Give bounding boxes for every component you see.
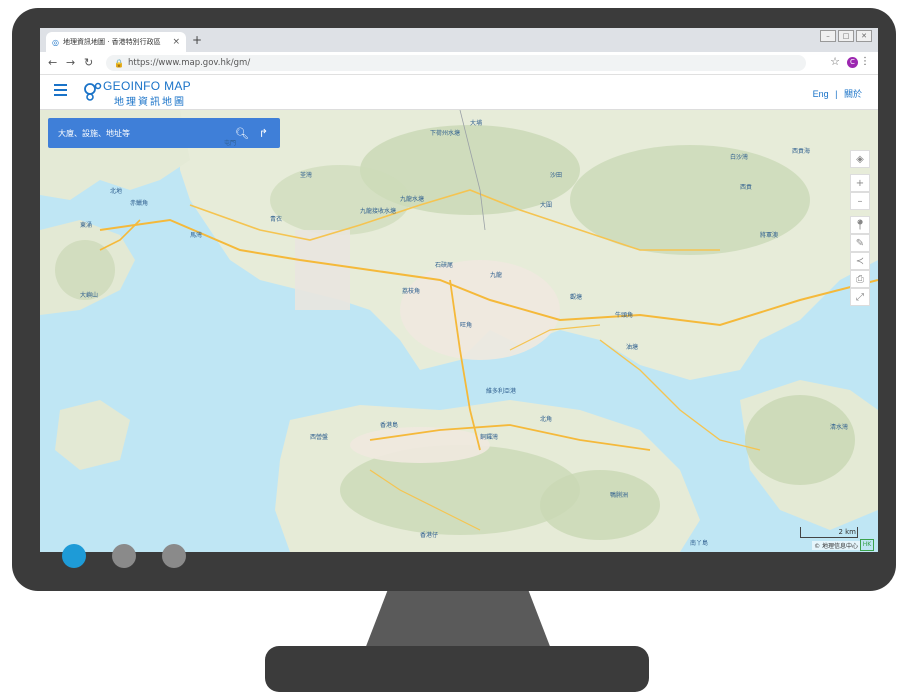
map-label: 荃灣 [300, 172, 313, 179]
map-copyright: © 地理信息中心 [812, 541, 860, 550]
window-controls: – □ ✕ [820, 30, 872, 42]
english-link[interactable]: Eng [813, 89, 829, 99]
search-bar[interactable]: 大廈、設施、地址等 🔍︎ ↱ [48, 118, 280, 148]
map-label: 銅鑼灣 [480, 434, 499, 441]
map-canvas[interactable]: 大廈、設施、地址等 🔍︎ ↱ ◈ + – 📍︎ ✎ ≺ ⎙ ⤢ 北地 下荷州水塘… [40, 110, 878, 552]
location-pin-icon[interactable]: 📍︎ [850, 216, 870, 234]
map-label: 南丫島 [690, 540, 709, 547]
maximize-button[interactable]: □ [838, 30, 854, 42]
map-label: 西營盤 [310, 434, 329, 441]
pencil-icon[interactable]: ✎ [850, 234, 870, 252]
bezel-indicator-lights [62, 544, 186, 568]
address-bar-row: ← → ↻ 🔒 https://www.map.gov.hk/gm/ ☆ C ⋮ [40, 52, 878, 75]
monitor-stand-neck [365, 591, 551, 649]
language-links: Eng | 關於 [811, 87, 864, 100]
map-controls: ◈ + – 📍︎ ✎ ≺ ⎙ ⤢ [850, 150, 870, 306]
map-label: 北角 [540, 416, 553, 423]
map-label: 油塘 [626, 344, 639, 351]
hamburger-menu-icon[interactable] [54, 84, 67, 98]
url-input[interactable]: 🔒 https://www.map.gov.hk/gm/ [106, 55, 806, 71]
monitor-stand-base [265, 646, 649, 692]
map-label: 旺角 [460, 322, 473, 329]
map-label: 西貢海 [792, 148, 811, 155]
url-text: https://www.map.gov.hk/gm/ [127, 58, 251, 68]
reload-icon[interactable]: ↻ [84, 56, 93, 69]
tab-title: 地理資訊地圖 · 香港特別行政區 [62, 38, 161, 46]
zoom-in-button[interactable]: + [850, 174, 870, 192]
map-label: 東涌 [80, 222, 93, 229]
map-label: 將軍澳 [760, 232, 779, 239]
map-label: 下荷州水塘 [430, 130, 461, 137]
map-label: 大圍 [540, 202, 553, 209]
map-brand-badge: HK [860, 539, 874, 551]
scale-label: 2 km [838, 528, 856, 536]
map-label: 白沙灣 [730, 154, 749, 161]
map-label: 沙田 [550, 172, 563, 179]
geoinfo-logo-icon [84, 82, 102, 101]
map-label: 屯門 [224, 140, 237, 147]
print-icon[interactable]: ⎙ [850, 270, 870, 288]
map-label: 香港島 [380, 422, 399, 429]
minimize-button[interactable]: – [820, 30, 836, 42]
map-label: 九龍 [490, 272, 503, 279]
search-input[interactable]: 大廈、設施、地址等 [58, 128, 235, 139]
logo-title-english: GEOINFO MAP [103, 79, 191, 93]
map-label: 維多利亞港 [486, 388, 517, 395]
search-icon[interactable]: 🔍︎ [235, 127, 249, 140]
browser-tab[interactable]: ◎ 地理資訊地圖 · 香港特別行政區 × [46, 32, 186, 52]
map-label: 西貢 [740, 184, 753, 191]
new-tab-button[interactable]: + [192, 33, 202, 47]
close-window-button[interactable]: ✕ [856, 30, 872, 42]
bookmark-star-icon[interactable]: ☆ [830, 55, 840, 68]
map-label: 青衣 [270, 216, 283, 223]
browser-menu-icon[interactable]: ⋮ [860, 56, 870, 67]
site-favicon-icon: ◎ [52, 37, 59, 47]
indicator-light-gray [112, 544, 136, 568]
map-label: 九龍接收水塘 [360, 208, 397, 215]
app-header: GEOINFO MAP 地理資訊地圖 Eng | 關於 [40, 75, 878, 110]
map-label: 清水灣 [830, 424, 849, 431]
map-basemap [40, 110, 878, 552]
map-label: 石硤尾 [435, 262, 454, 269]
map-label: 荔枝角 [402, 288, 421, 295]
fullscreen-icon[interactable]: ⤢ [850, 288, 870, 306]
browser-tab-bar: ◎ 地理資訊地圖 · 香港特別行政區 × + – □ ✕ [40, 28, 878, 52]
map-label: 赤鱲角 [130, 200, 149, 207]
layers-icon[interactable]: ◈ [850, 150, 870, 168]
map-label: 北地 [110, 188, 123, 195]
tab-close-icon[interactable]: × [172, 37, 180, 47]
map-label: 九龍水塘 [400, 196, 425, 203]
lock-icon: 🔒 [114, 58, 124, 68]
indicator-light-blue [62, 544, 86, 568]
logo-title-chinese: 地理資訊地圖 [114, 97, 186, 108]
forward-arrow-icon[interactable]: → [66, 56, 75, 69]
screen: ◎ 地理資訊地圖 · 香港特別行政區 × + – □ ✕ ← → ↻ 🔒 htt… [40, 28, 878, 552]
map-label: 大埔 [470, 120, 483, 127]
indicator-light-gray [162, 544, 186, 568]
back-arrow-icon[interactable]: ← [48, 56, 57, 69]
share-icon[interactable]: ≺ [850, 252, 870, 270]
map-label: 大嶼山 [80, 292, 99, 299]
map-label: 香港仔 [420, 532, 439, 539]
map-label: 馬灣 [190, 232, 203, 239]
zoom-out-button[interactable]: – [850, 192, 870, 210]
map-label: 鴨脷洲 [610, 492, 629, 499]
about-link[interactable]: 關於 [844, 89, 862, 99]
route-directions-icon[interactable]: ↱ [259, 127, 268, 140]
map-label: 牛頭角 [615, 312, 634, 319]
profile-avatar[interactable]: C [847, 57, 858, 68]
map-label: 觀塘 [570, 294, 583, 301]
language-separator: | [835, 89, 838, 99]
